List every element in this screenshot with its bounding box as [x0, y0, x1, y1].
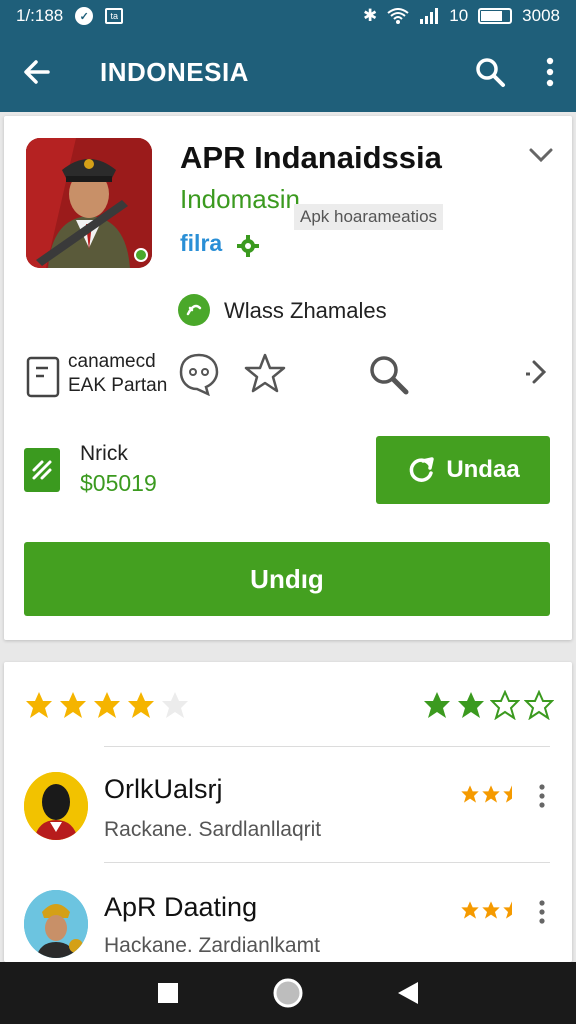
review-text: Hackane. Zardianlkamt [104, 934, 320, 957]
divider [104, 862, 550, 863]
home-circle-icon[interactable] [272, 977, 304, 1009]
star-filled-icon [128, 692, 154, 718]
star-outline-icon[interactable] [244, 352, 286, 394]
magnify-icon[interactable] [366, 352, 410, 396]
message-icon: ta [105, 8, 124, 24]
search-icon[interactable] [474, 56, 506, 88]
chevron-down-icon[interactable] [528, 146, 554, 164]
price-icon [24, 448, 60, 492]
app-bar: INDONESIA [0, 32, 576, 112]
star-filled-icon [482, 785, 500, 803]
bluetooth-icon: ✱ [363, 6, 378, 25]
developer-link[interactable]: Indomasin [180, 184, 300, 215]
install-button[interactable]: Undıg [24, 542, 550, 616]
price-value: $05019 [80, 470, 157, 496]
reviews-card: OrlkUalsrj Rackane. Sardlanllaqrit ApR D… [4, 662, 572, 962]
update-button-label: Undaa [446, 456, 520, 483]
meta-line-1: canamecd [68, 351, 156, 372]
status-bar: 1/:188 ✓ ta ✱ 10 3008 [0, 0, 576, 32]
overall-rating-stars [24, 690, 190, 720]
review-author: OrlkUalsrj [104, 774, 223, 804]
avatar[interactable] [24, 772, 88, 840]
meta-line-2: EAK Partan [68, 375, 168, 396]
price-label: Nrick [80, 442, 128, 465]
app-name: APR Indanaidssia [180, 140, 442, 175]
star-filled-icon [60, 692, 86, 718]
star-outline-icon[interactable] [490, 690, 520, 720]
refresh-icon [409, 457, 435, 482]
status-right-text: 3008 [522, 6, 560, 25]
apk-tag: Apk hoarameatios [294, 204, 444, 230]
star-filled-icon [94, 692, 120, 718]
document-icon [26, 356, 60, 398]
star-filled-icon[interactable] [422, 690, 452, 720]
publisher-icon [178, 294, 210, 326]
star-filled-icon [461, 785, 479, 803]
signal-icon [420, 8, 439, 24]
avatar[interactable] [24, 890, 88, 958]
star-filled-icon[interactable] [456, 690, 486, 720]
gear-icon [237, 235, 259, 257]
star-half-icon [503, 785, 512, 803]
wifi-icon [387, 8, 409, 24]
star-filled-icon [26, 692, 52, 718]
app-details-card: APR Indanaidssia Indomasin Apk hoarameat… [4, 116, 572, 640]
overflow-menu-icon[interactable] [538, 900, 546, 924]
battery-icon [478, 8, 513, 24]
review-rating [460, 900, 522, 920]
recents-square-icon[interactable] [156, 981, 180, 1005]
network-label: 10 [449, 6, 469, 25]
app-meta-info: canamecd EAK Partan [68, 350, 167, 398]
comment-icon[interactable] [178, 352, 220, 396]
verified-badge [134, 248, 148, 262]
divider [104, 746, 550, 747]
category-link[interactable]: filra [180, 230, 222, 257]
review-text: Rackane. Sardlanllaqrit [104, 818, 322, 841]
overflow-menu-icon[interactable] [546, 57, 554, 87]
review-author: ApR Daating [104, 892, 258, 922]
star-empty-icon [162, 692, 188, 718]
page-title: INDONESIA [100, 56, 249, 87]
system-nav-bar [0, 962, 576, 1024]
overflow-menu-icon[interactable] [538, 784, 546, 808]
update-button[interactable]: Undaa [376, 436, 550, 504]
star-outline-icon[interactable] [524, 690, 554, 720]
notification-icon: ✓ [75, 7, 94, 25]
user-rating-stars[interactable] [422, 690, 554, 720]
star-filled-icon [461, 901, 479, 919]
review-rating [460, 784, 522, 804]
app-icon [26, 138, 152, 268]
back-triangle-icon[interactable] [396, 980, 420, 1006]
back-arrow-icon[interactable] [22, 57, 52, 87]
chevron-right-icon[interactable] [524, 358, 552, 386]
publisher-name[interactable]: Wlass Zhamales [224, 298, 387, 324]
star-half-icon [503, 901, 512, 919]
star-filled-icon [482, 901, 500, 919]
status-time: 1/:188 [16, 6, 64, 25]
